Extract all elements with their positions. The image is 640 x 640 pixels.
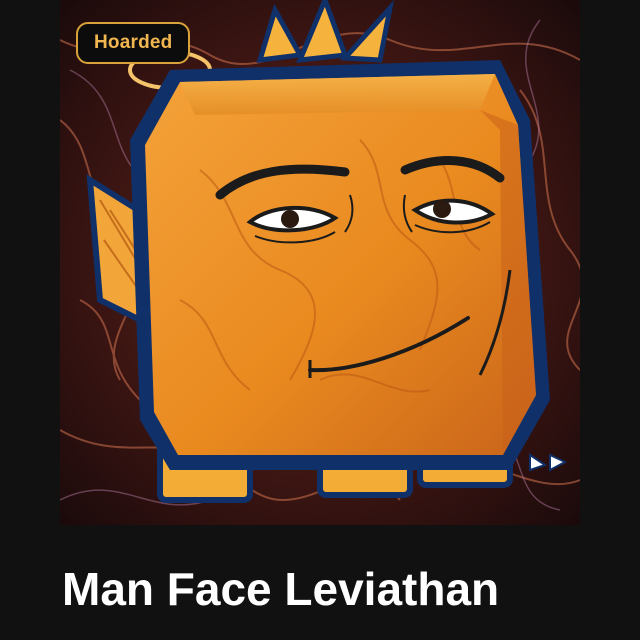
item-title: Man Face Leviathan (62, 563, 500, 615)
item-image[interactable] (60, 0, 580, 525)
hoarded-badge: Hoarded (76, 22, 191, 64)
man-face-leviathan-icon (60, 0, 580, 525)
item-card[interactable]: Hoarded Man Face Leviathan (0, 0, 640, 640)
